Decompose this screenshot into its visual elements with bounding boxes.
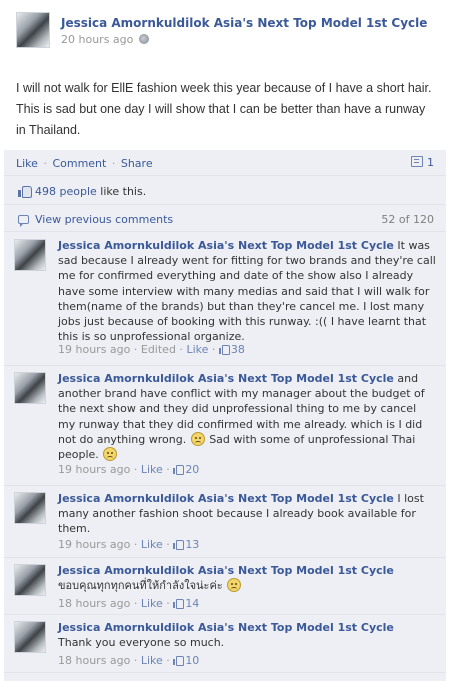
commenter-avatar[interactable] [14, 564, 46, 596]
comment-meta: 18 hours ago · Like · 10 [58, 654, 200, 667]
previous-comments-bar: View previous comments 52 of 120 [4, 206, 446, 232]
commenter-name[interactable]: Jessica Amornkuldilok Asia's Next Top Mo… [58, 492, 394, 505]
comment-likes-value: 38 [230, 343, 245, 356]
comment-like-count[interactable]: 38 [218, 343, 245, 356]
like-icon [173, 598, 185, 609]
separator: · [111, 157, 116, 170]
comment-time[interactable]: 18 hours ago [58, 597, 130, 610]
post-timestamp: 20 hours ago [61, 33, 150, 46]
comment-likes-value: 13 [185, 538, 200, 551]
globe-icon[interactable] [139, 34, 150, 44]
comment-body: Jessica Amornkuldilok Asia's Next Top Mo… [58, 563, 436, 593]
post-header: Jessica Amornkuldilok Asia's Next Top Mo… [16, 12, 446, 52]
comment-meta: 19 hours ago · Edited · Like · 38 [58, 343, 245, 356]
author-avatar[interactable] [16, 12, 50, 48]
comment-meta: 19 hours ago · Like · 20 [58, 463, 200, 476]
like-icon [173, 539, 185, 550]
likes-bar: 498 people like this. [4, 177, 446, 205]
share-link[interactable]: Share [121, 157, 153, 170]
feedback-area: Like · Comment · Share 1 498 people like… [4, 150, 446, 681]
comment-likes-value: 20 [185, 463, 200, 476]
comment-body: Jessica Amornkuldilok Asia's Next Top Mo… [58, 238, 436, 344]
comment-like-link[interactable]: Like [141, 538, 163, 551]
comment-like-count[interactable]: 14 [173, 597, 199, 610]
commenter-name[interactable]: Jessica Amornkuldilok Asia's Next Top Mo… [58, 621, 394, 634]
comment-time[interactable]: 19 hours ago [58, 538, 130, 551]
commenter-name[interactable]: Jessica Amornkuldilok Asia's Next Top Mo… [58, 564, 394, 577]
comment-time[interactable]: 18 hours ago [58, 654, 130, 667]
commenter-name[interactable]: Jessica Amornkuldilok Asia's Next Top Mo… [58, 239, 394, 252]
frown-emoji-icon [190, 431, 205, 446]
like-icon [173, 655, 185, 666]
frown-emoji-icon [103, 447, 118, 462]
like-icon [218, 344, 230, 355]
post-text: I will not walk for EllE fashion week th… [16, 81, 432, 137]
post-author-name[interactable]: Jessica Amornkuldilok Asia's Next Top Mo… [61, 16, 427, 30]
comment-like-link[interactable]: Like [141, 597, 163, 610]
commenter-avatar[interactable] [14, 239, 46, 271]
speech-bubble-icon [18, 215, 29, 227]
action-bar: Like · Comment · Share 1 [4, 150, 446, 176]
comment-count-value: 1 [427, 156, 434, 169]
commenter-avatar[interactable] [14, 492, 46, 524]
comment-link[interactable]: Comment [52, 157, 106, 170]
likers-link[interactable]: 498 people [35, 185, 97, 198]
comment-like-count[interactable]: 13 [173, 538, 199, 551]
comment-body: Jessica Amornkuldilok Asia's Next Top Mo… [58, 491, 436, 537]
comment: Jessica Amornkuldilok Asia's Next Top Mo… [4, 366, 446, 486]
view-previous[interactable]: View previous comments [18, 213, 173, 227]
comment-text: It was sad because I already went for fi… [58, 239, 436, 344]
comment-likes-value: 10 [185, 654, 200, 667]
commenter-name[interactable]: Jessica Amornkuldilok Asia's Next Top Mo… [58, 372, 394, 385]
comment-icon [411, 156, 423, 167]
view-previous-comments-link[interactable]: View previous comments [35, 213, 173, 226]
thumbs-up-icon [18, 185, 32, 198]
separator: · [43, 157, 47, 170]
comment-meta: 18 hours ago · Like · 14 [58, 597, 200, 610]
commenter-avatar[interactable] [14, 372, 46, 404]
commenter-avatar[interactable] [14, 621, 46, 653]
comment-time[interactable]: 19 hours ago [58, 343, 130, 356]
comment-body: Jessica Amornkuldilok Asia's Next Top Mo… [58, 620, 436, 650]
comment-like-link[interactable]: Like [141, 463, 163, 476]
comment: Jessica Amornkuldilok Asia's Next Top Mo… [4, 615, 446, 673]
frown-emoji-icon [227, 578, 242, 593]
comment-like-link[interactable]: Like [141, 654, 163, 667]
likes-suffix: like this. [96, 185, 147, 198]
comment-like-count[interactable]: 10 [173, 654, 199, 667]
comment-like-link[interactable]: Like [186, 343, 208, 356]
likes-summary: 498 people like this. [18, 185, 146, 198]
comment-likes-value: 14 [185, 597, 200, 610]
comment-count[interactable]: 1 [411, 156, 434, 169]
comment: Jessica Amornkuldilok Asia's Next Top Mo… [4, 486, 446, 558]
comment-text: Thank you everyone so much. [58, 636, 225, 650]
comment-time[interactable]: 19 hours ago [58, 463, 130, 476]
comment-pager: 52 of 120 [381, 213, 434, 226]
post-actions: Like · Comment · Share [16, 157, 153, 170]
like-icon [173, 464, 185, 475]
comment: Jessica Amornkuldilok Asia's Next Top Mo… [4, 558, 446, 615]
comment-text: ขอบคุณทุกทุกคนที่ให้กำลังใจน่ะค่ะ [58, 579, 223, 593]
comment: Jessica Amornkuldilok Asia's Next Top Mo… [4, 233, 446, 366]
like-link[interactable]: Like [16, 157, 38, 170]
comment-like-count[interactable]: 20 [173, 463, 199, 476]
comment-body: Jessica Amornkuldilok Asia's Next Top Mo… [58, 371, 436, 462]
post-timestamp-text[interactable]: 20 hours ago [61, 33, 133, 46]
edited-label[interactable]: Edited [141, 343, 176, 356]
comment-meta: 19 hours ago · Like · 13 [58, 538, 200, 551]
